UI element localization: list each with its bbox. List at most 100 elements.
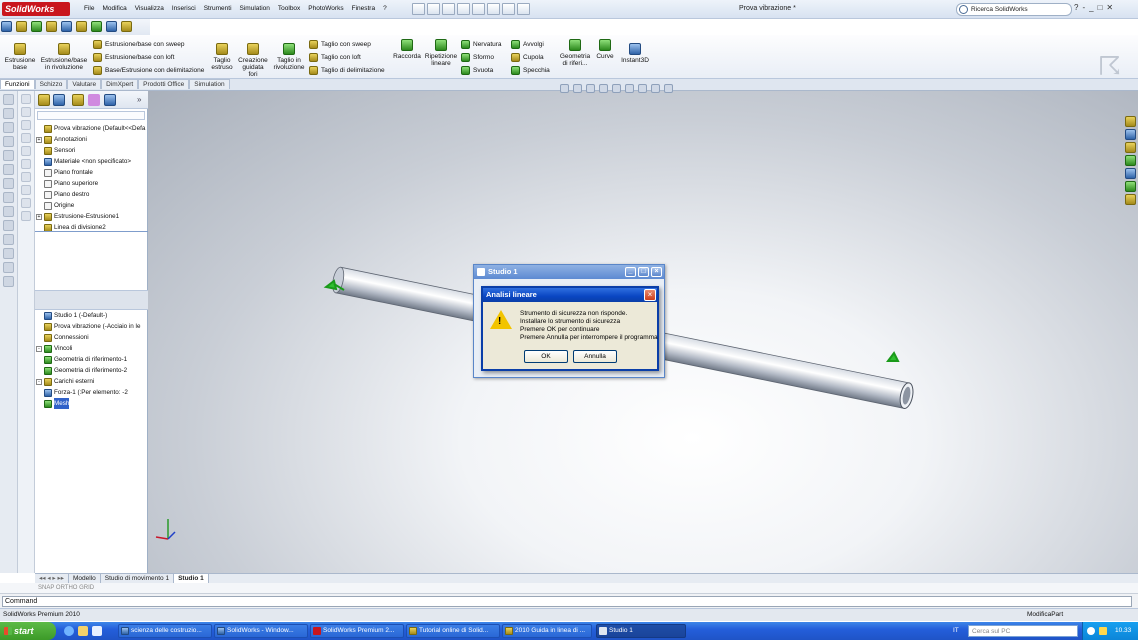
revolved-cut-button[interactable]: Taglio in rivoluzione bbox=[272, 43, 306, 71]
explorer-icon[interactable] bbox=[78, 626, 88, 636]
tree-item[interactable]: Mesh bbox=[36, 398, 140, 409]
rollback-bar[interactable] bbox=[35, 231, 148, 232]
expand-toggle[interactable]: - bbox=[36, 378, 42, 385]
home-icon[interactable] bbox=[1125, 116, 1136, 127]
menu-simulation[interactable]: Simulation bbox=[236, 4, 274, 13]
dimxpert-tab-icon[interactable] bbox=[88, 94, 100, 106]
menu-modifica[interactable]: Modifica bbox=[98, 4, 130, 13]
rebuild-status-icon[interactable] bbox=[1120, 611, 1129, 620]
tree-item[interactable]: Origine bbox=[36, 200, 145, 211]
open-icon[interactable] bbox=[427, 3, 440, 15]
view-left-icon[interactable] bbox=[21, 185, 31, 195]
expand-toggle[interactable]: + bbox=[36, 213, 42, 220]
mirror-entities-icon[interactable] bbox=[3, 220, 14, 231]
configuration-tab-icon[interactable] bbox=[72, 94, 84, 106]
reference-geometry-button[interactable]: Geometria di riferi... bbox=[558, 39, 592, 67]
draft-button[interactable]: Sformo bbox=[461, 53, 494, 62]
analisi-close-button[interactable]: × bbox=[644, 289, 656, 301]
zoom-area-icon[interactable] bbox=[573, 84, 582, 93]
start-button[interactable]: start bbox=[0, 622, 56, 640]
edit-appearance-icon[interactable] bbox=[651, 84, 660, 93]
tab-dimxpert[interactable]: DimXpert bbox=[101, 79, 139, 89]
tree-item[interactable]: Geometria di riferimento-2 bbox=[36, 365, 140, 376]
construction-icon[interactable] bbox=[3, 248, 14, 259]
tree-item[interactable]: - Carichi esterni bbox=[36, 376, 140, 387]
minimize-button[interactable]: _ bbox=[1089, 3, 1093, 12]
rib-button[interactable]: Nervatura bbox=[461, 40, 502, 49]
taskbar-item-solidworks-window[interactable]: SolidWorks - Window... bbox=[214, 624, 308, 638]
tab-funzioni[interactable]: Funzioni bbox=[0, 79, 35, 89]
offset-icon[interactable] bbox=[3, 192, 14, 203]
relations-icon[interactable] bbox=[30, 21, 42, 32]
feature-icon[interactable] bbox=[45, 21, 57, 32]
circle-icon[interactable] bbox=[3, 122, 14, 133]
swept-cut-button[interactable]: Taglio con sweep bbox=[309, 40, 371, 49]
ok-button[interactable]: OK bbox=[524, 350, 568, 363]
zoom-fit-icon[interactable] bbox=[560, 84, 569, 93]
fillet-button[interactable]: Raccorda bbox=[392, 39, 422, 60]
tree-item[interactable]: + Estrusione-Estrusione1 bbox=[36, 211, 145, 222]
tab-studio-1[interactable]: Studio 1 bbox=[174, 574, 209, 583]
view-orientation-icon[interactable] bbox=[612, 84, 621, 93]
solidworks-logo[interactable]: SolidWorks bbox=[2, 2, 70, 16]
more-tabs-icon[interactable]: » bbox=[137, 95, 141, 104]
trim-icon[interactable] bbox=[3, 178, 14, 189]
tree-item[interactable]: Prova vibrazione (-Acciaio in le bbox=[36, 321, 140, 332]
arc-icon[interactable] bbox=[3, 136, 14, 147]
tree-item[interactable]: Sensori bbox=[36, 145, 145, 156]
display-manager-tab-icon[interactable] bbox=[104, 94, 116, 106]
tree-item[interactable]: Piano frontale bbox=[36, 167, 145, 178]
tab-studio-movimento[interactable]: Studio di movimento 1 bbox=[101, 574, 175, 583]
tree-item[interactable]: Materiale <non specificato> bbox=[36, 156, 145, 167]
fixture-right-icon[interactable] bbox=[886, 351, 900, 362]
help-button[interactable]: ? bbox=[1074, 3, 1078, 12]
clock[interactable]: 10.33 bbox=[1115, 622, 1131, 640]
property-manager-tab-icon[interactable] bbox=[53, 94, 65, 106]
design-library-icon[interactable] bbox=[1125, 129, 1136, 140]
tab-prodotti-office[interactable]: Prodotti Office bbox=[138, 79, 190, 89]
rectangle-icon[interactable] bbox=[3, 108, 14, 119]
wrap-button[interactable]: Avvolgi bbox=[511, 40, 544, 49]
tab-valutare[interactable]: Valutare bbox=[67, 79, 102, 89]
section-view-icon[interactable] bbox=[599, 84, 608, 93]
undo-icon[interactable] bbox=[472, 3, 485, 15]
revolve-boss-button[interactable]: Estrusione/base in rivoluzione bbox=[40, 43, 88, 71]
dome-button[interactable]: Cupola bbox=[511, 53, 544, 62]
taskbar-item-guida[interactable]: 2010 Guida in linea di ... bbox=[502, 624, 592, 638]
view-palette-icon[interactable] bbox=[1125, 168, 1136, 179]
menu-strumenti[interactable]: Strumenti bbox=[200, 4, 236, 13]
mirror-button[interactable]: Specchia bbox=[511, 66, 550, 75]
view-back-icon[interactable] bbox=[21, 159, 31, 169]
minimize-ribbon-button[interactable]: - bbox=[1082, 3, 1085, 12]
menu-toolbox[interactable]: Toolbox bbox=[274, 4, 304, 13]
measure-icon[interactable] bbox=[75, 21, 87, 32]
lofted-cut-button[interactable]: Taglio con loft bbox=[309, 53, 361, 62]
tree-item[interactable]: - Vincoli bbox=[36, 343, 140, 354]
extruded-cut-button[interactable]: Taglio estruso bbox=[208, 43, 236, 71]
view-front-icon[interactable] bbox=[21, 94, 31, 104]
smart-dimension-icon[interactable] bbox=[3, 206, 14, 217]
menu-file[interactable]: File bbox=[80, 4, 98, 13]
feature-tree-tab-icon[interactable] bbox=[38, 94, 50, 106]
tree-item[interactable]: Prova vibrazione (Default<<Defa bbox=[36, 123, 145, 134]
linear-pattern-button[interactable]: Ripetizione lineare bbox=[424, 39, 458, 67]
tree-item[interactable]: Piano superiore bbox=[36, 178, 145, 189]
hole-wizard-button[interactable]: Creazione guidata fori bbox=[237, 43, 269, 78]
add-relation-icon[interactable] bbox=[3, 262, 14, 273]
tree-item[interactable]: Studio 1 (-Default-) bbox=[36, 310, 140, 321]
view-bottom-icon[interactable] bbox=[21, 172, 31, 182]
tab-nav-arrows[interactable]: ◂◂ ◂ ▸ ▸▸ bbox=[35, 574, 69, 583]
mass-icon[interactable] bbox=[90, 21, 102, 32]
studio-minimize-button[interactable]: _ bbox=[625, 267, 636, 277]
instant3d-button[interactable]: Instant3D bbox=[619, 43, 651, 64]
menu-photoworks[interactable]: PhotoWorks bbox=[304, 4, 347, 13]
taskbar-item-solidworks-premium[interactable]: SolidWorks Premium 2... bbox=[310, 624, 404, 638]
spline-icon[interactable] bbox=[3, 150, 14, 161]
file-explorer-icon[interactable] bbox=[1125, 142, 1136, 153]
tree-item[interactable]: Geometria di riferimento-1 bbox=[36, 354, 140, 365]
expand-toggle[interactable]: + bbox=[36, 136, 42, 143]
language-indicator[interactable]: IT bbox=[953, 627, 959, 634]
sketch-icon[interactable] bbox=[1, 21, 12, 32]
rebuild-icon[interactable] bbox=[502, 3, 515, 15]
point-icon[interactable] bbox=[3, 164, 14, 175]
